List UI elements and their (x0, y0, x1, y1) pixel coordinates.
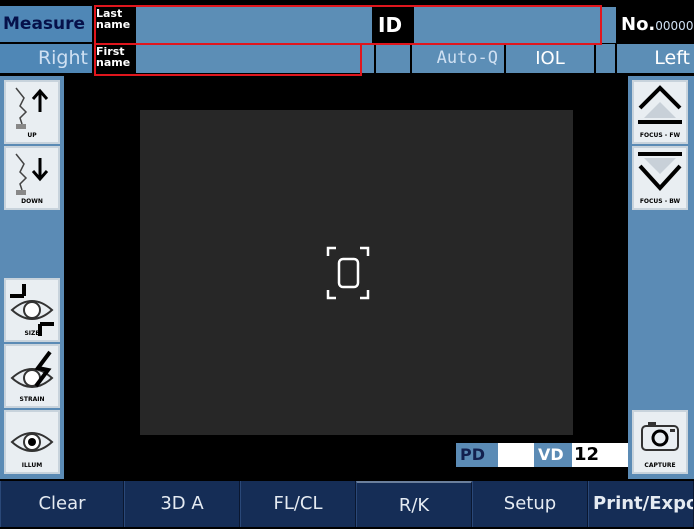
bottom-toolbar: Clear 3D A FL/CL R/K Setup Print/Export (0, 481, 694, 527)
size-button[interactable]: SIZE (4, 278, 60, 342)
highlight-box-first-name (94, 43, 362, 76)
3d-a-button[interactable]: 3D A (124, 481, 240, 527)
camera-view[interactable] (140, 110, 573, 435)
strain-button[interactable]: STRAIN (4, 344, 60, 408)
capture-button[interactable]: CAPTURE (632, 410, 688, 474)
print-export-button[interactable]: Print/Export (588, 481, 694, 527)
capture-caption: CAPTURE (644, 462, 676, 469)
no-value: 00000 (655, 19, 694, 33)
clear-button[interactable]: Clear (0, 481, 124, 527)
setup-button[interactable]: Setup (472, 481, 588, 527)
header-blank-cell (376, 44, 410, 73)
left-control-panel: UP DOWN SIZE STRAIN ILLUM (0, 76, 64, 479)
focus-bw-caption: FOCUS - BW (639, 198, 681, 205)
left-eye-label[interactable]: Left (617, 44, 694, 73)
focus-target-icon (326, 246, 370, 300)
fl-cl-button[interactable]: FL/CL (240, 481, 356, 527)
patient-number: No.00000 (617, 7, 694, 43)
strain-caption: STRAIN (19, 396, 45, 403)
up-caption: UP (27, 132, 37, 139)
no-label: No. (621, 14, 656, 35)
illum-caption: ILLUM (21, 462, 43, 469)
measure-mode-label[interactable]: Measure (0, 6, 92, 42)
pd-value (498, 443, 534, 467)
size-caption: SIZE (24, 330, 40, 337)
header-spacer-cell (596, 44, 615, 73)
focus-fw-caption: FOCUS - FW (639, 132, 681, 139)
auto-q-button[interactable]: Auto-Q (412, 44, 504, 73)
illum-button[interactable]: ILLUM (4, 410, 60, 474)
down-caption: DOWN (21, 198, 43, 205)
r-k-button[interactable]: R/K (356, 481, 472, 527)
down-button[interactable]: DOWN (4, 146, 60, 210)
vd-value: 12 (572, 443, 628, 467)
focus-forward-button[interactable]: FOCUS - FW (632, 80, 688, 144)
iol-button[interactable]: IOL (506, 44, 594, 73)
vd-label: VD (534, 443, 572, 467)
focus-backward-button[interactable]: FOCUS - BW (632, 146, 688, 210)
up-button[interactable]: UP (4, 80, 60, 144)
pd-label: PD (456, 443, 498, 467)
highlight-box-name-id (94, 5, 602, 45)
right-control-panel: FOCUS - FW FOCUS - BW CAPTURE (628, 76, 694, 479)
right-eye-label[interactable]: Right (0, 44, 92, 73)
